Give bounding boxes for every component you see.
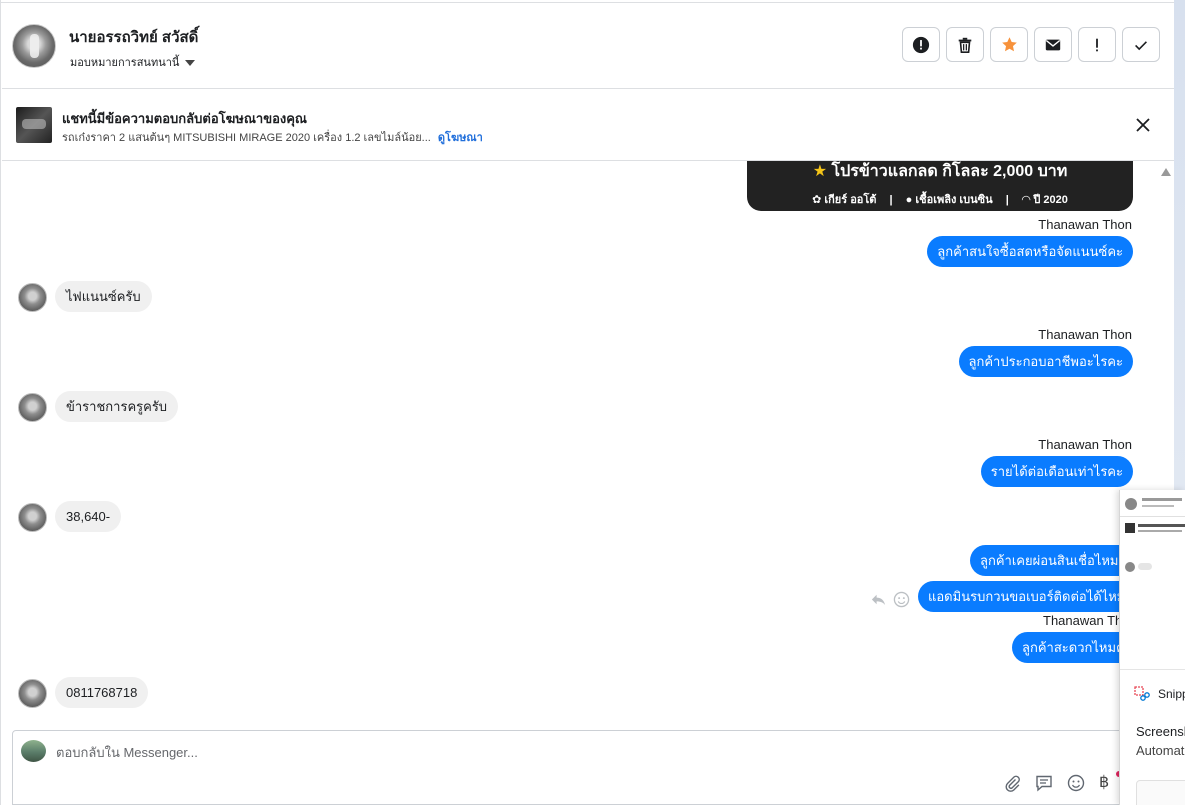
ad-banner-title: แชทนี้มีข้อความตอบกลับต่อโฆษณาของคุณ bbox=[62, 111, 307, 126]
sender-name: Thanawan Thon bbox=[1038, 327, 1132, 342]
ad-reply-banner: แชทนี้มีข้อความตอบกลับต่อโฆษณาของคุณ รถเ… bbox=[2, 89, 1175, 161]
delete-button[interactable] bbox=[946, 27, 984, 62]
spec-fuel: เชื้อเพลิง เบนซิน bbox=[915, 194, 993, 206]
smiley-icon[interactable] bbox=[893, 591, 910, 608]
spec-gear: เกียร์ ออโต้ bbox=[824, 194, 877, 206]
ad-preview-card[interactable]: ★ โปรข้าวแลกลด กิโลละ 2,000 บาท ✿ เกียร์… bbox=[747, 161, 1133, 211]
sender-name: Thanawan Tho bbox=[1043, 613, 1130, 628]
paperclip-icon[interactable] bbox=[1003, 774, 1021, 792]
thumb-avatar bbox=[1125, 498, 1137, 510]
messenger-conversation-panel: นายอรรถวิทย์ สวัสดิ์ มอบหมายการสนทนานี้ bbox=[0, 0, 1175, 805]
scroll-up-arrow[interactable] bbox=[1161, 168, 1171, 176]
contact-avatar[interactable] bbox=[12, 24, 56, 68]
ad-promo-text: ★ โปรข้าวแลกลด กิโลละ 2,000 บาท bbox=[747, 161, 1133, 184]
thumb-ad bbox=[1125, 523, 1135, 533]
conversation-header: นายอรรถวิทย์ สวัสดิ์ มอบหมายการสนทนานี้ bbox=[2, 3, 1175, 89]
spec-year: ปี 2020 bbox=[1033, 194, 1068, 206]
incoming-message[interactable]: ข้าราชการครูครับ bbox=[55, 391, 179, 422]
envelope-icon bbox=[1045, 39, 1061, 50]
incoming-message[interactable]: 0811768718 bbox=[55, 677, 149, 708]
message-list[interactable]: ★ โปรข้าวแลกลด กิโลละ 2,000 บาท ✿ เกียร์… bbox=[2, 161, 1175, 730]
mark-unread-button[interactable] bbox=[1034, 27, 1072, 62]
follow-up-button[interactable] bbox=[1078, 27, 1116, 62]
ad-thumbnail bbox=[16, 107, 52, 143]
notification-app-name: Snipping Tool bbox=[1158, 687, 1185, 701]
thumb-bubble bbox=[1138, 563, 1152, 570]
contact-avatar bbox=[18, 503, 47, 532]
contact-avatar bbox=[18, 283, 47, 312]
ad-banner-description: รถเก๋งราคา 2 แสนต้นๆ MITSUBISHI MIRAGE 2… bbox=[62, 128, 483, 146]
assign-conversation-dropdown[interactable]: มอบหมายการสนทนานี้ bbox=[70, 53, 196, 71]
reply-icon[interactable] bbox=[870, 591, 887, 608]
ad-promo-label: โปรข้าวแลกลด กิโลละ 2,000 บาท bbox=[831, 163, 1068, 180]
checkmark-icon bbox=[1135, 40, 1147, 50]
reply-input[interactable] bbox=[56, 745, 656, 760]
notification-action-button[interactable] bbox=[1136, 780, 1185, 805]
outgoing-message[interactable]: ลูกค้าสนใจซื้อสดหรือจัดแนนซ์คะ bbox=[927, 236, 1133, 267]
composer-tools: ฿ bbox=[1003, 774, 1109, 792]
sender-name: Thanawan Thon bbox=[1038, 437, 1132, 452]
incoming-message[interactable]: ไฟแนนซ์ครับ bbox=[55, 281, 152, 312]
star-button[interactable] bbox=[990, 27, 1028, 62]
chevron-down-icon bbox=[185, 59, 196, 66]
exclamation-icon bbox=[1096, 38, 1098, 51]
fuel-icon: ● bbox=[905, 194, 913, 206]
close-icon[interactable] bbox=[1135, 117, 1151, 133]
star-icon bbox=[1001, 37, 1017, 52]
outgoing-message[interactable]: ลูกค้าประกอบอาชีพอะไรคะ bbox=[958, 346, 1133, 377]
screenshot-thumbnail[interactable] bbox=[1120, 490, 1185, 670]
snipping-tool-notification[interactable]: Snipping Tool Screenshot copied to clipb… bbox=[1119, 490, 1185, 805]
gear-icon: ✿ bbox=[812, 194, 822, 206]
contact-avatar bbox=[18, 393, 47, 422]
header-actions bbox=[902, 27, 1160, 62]
divider: | bbox=[1005, 194, 1009, 206]
thumb-line bbox=[1138, 530, 1182, 532]
contact-name[interactable]: นายอรรถวิทย์ สวัสดิ์ bbox=[69, 25, 198, 49]
assign-label: มอบหมายการสนทนานี้ bbox=[70, 57, 180, 69]
thumb-line bbox=[1142, 498, 1182, 501]
thumb-line bbox=[1142, 505, 1174, 507]
outgoing-message[interactable]: แอดมินรบกวนขอเบอร์ติดต่อได้ไหมคะ bbox=[918, 581, 1152, 612]
incoming-message[interactable]: 38,640- bbox=[55, 501, 122, 532]
scissors-icon bbox=[1134, 686, 1150, 701]
gauge-icon: ◠ bbox=[1021, 194, 1031, 206]
notification-body: Automatically saved to screenshots folde… bbox=[1136, 743, 1185, 758]
sender-name: Thanawan Thon bbox=[1038, 217, 1132, 232]
star-icon: ★ bbox=[812, 163, 828, 180]
payment-icon[interactable]: ฿ bbox=[1099, 774, 1109, 792]
notification-title: Screenshot copied to clipboard bbox=[1136, 724, 1185, 739]
mark-spam-button[interactable] bbox=[902, 27, 940, 62]
thumb-avatar bbox=[1125, 562, 1135, 572]
emoji-icon[interactable] bbox=[1067, 774, 1085, 792]
ad-description-text: รถเก๋งราคา 2 แสนต้นๆ MITSUBISHI MIRAGE 2… bbox=[62, 132, 431, 144]
contact-avatar bbox=[18, 679, 47, 708]
thumb-line bbox=[1138, 524, 1185, 527]
message-composer: ฿ bbox=[12, 730, 1175, 805]
thumb-divider bbox=[1120, 516, 1185, 517]
view-ad-link[interactable]: ดูโฆษณา bbox=[438, 132, 483, 144]
saved-replies-icon[interactable] bbox=[1035, 774, 1053, 792]
outgoing-message[interactable]: รายได้ต่อเดือนเท่าไรคะ bbox=[980, 456, 1133, 487]
notification-header: Snipping Tool bbox=[1134, 686, 1185, 702]
divider: | bbox=[889, 194, 893, 206]
ad-specs: ✿ เกียร์ ออโต้ | ● เชื้อเพลิง เบนซิน | ◠… bbox=[747, 190, 1133, 208]
page-avatar bbox=[21, 740, 46, 762]
alert-circle-icon bbox=[912, 36, 930, 53]
message-hover-actions bbox=[870, 591, 910, 608]
trash-icon bbox=[958, 37, 972, 53]
mark-done-button[interactable] bbox=[1122, 27, 1160, 62]
